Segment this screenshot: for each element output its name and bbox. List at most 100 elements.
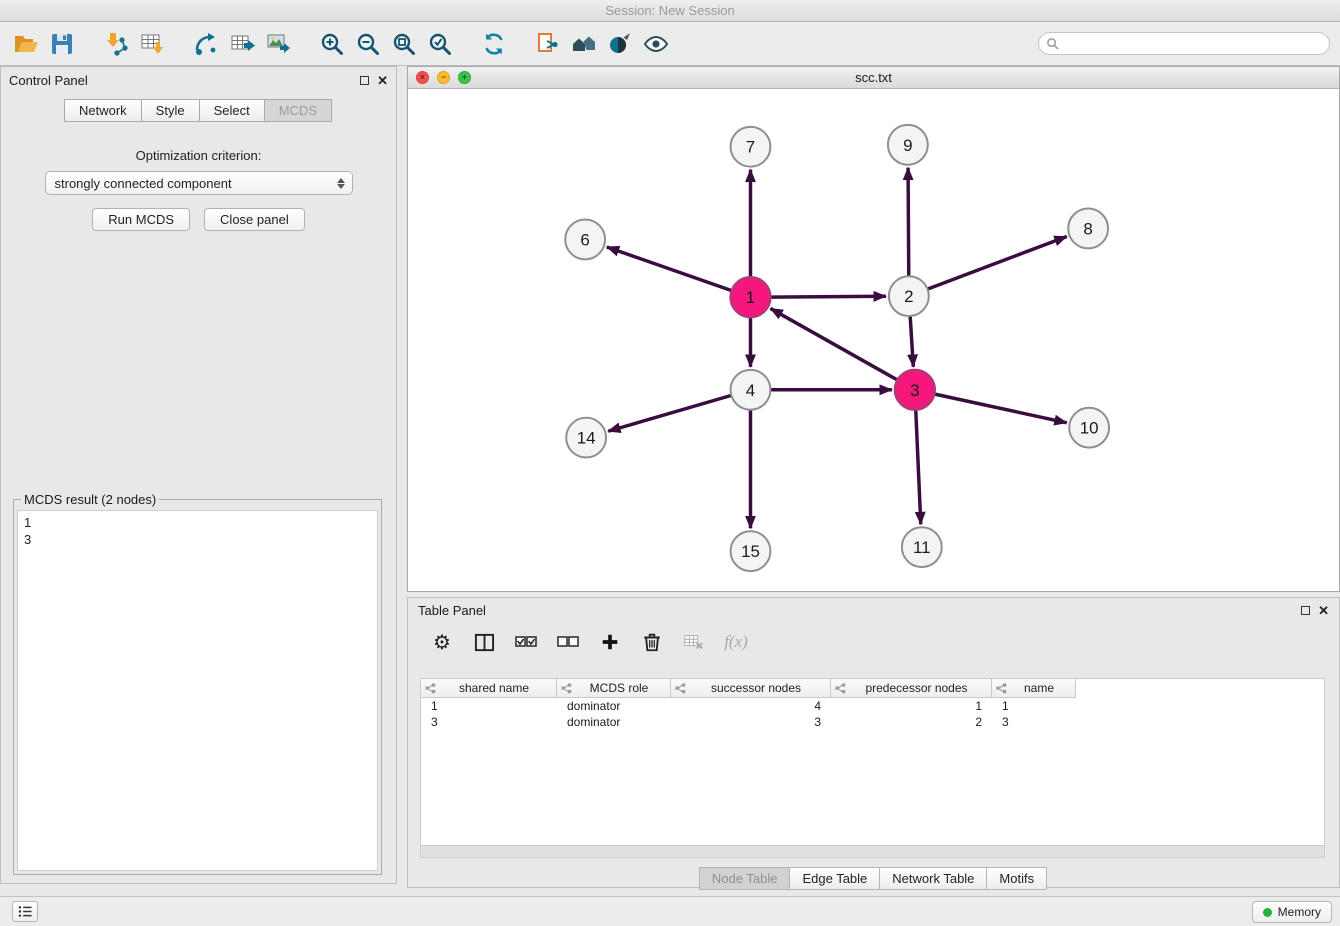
- copy-document-icon: [535, 31, 561, 57]
- search-icon: [1046, 37, 1059, 50]
- search-input[interactable]: [1059, 37, 1329, 51]
- network-window-titlebar: scc.txt × − +: [408, 67, 1339, 89]
- tab-mcds[interactable]: MCDS: [264, 99, 332, 122]
- zoom-in-button[interactable]: [314, 26, 350, 62]
- zoom-fit-button[interactable]: [386, 26, 422, 62]
- table-cell[interactable]: 4: [671, 699, 831, 713]
- memory-button[interactable]: Memory: [1252, 901, 1332, 923]
- open-folder-button[interactable]: [8, 26, 44, 62]
- tab-select[interactable]: Select: [199, 99, 265, 122]
- column-header-successor-nodes[interactable]: successor nodes: [671, 679, 831, 698]
- result-item-3[interactable]: 3: [24, 531, 371, 548]
- edge-1-2[interactable]: [770, 296, 886, 297]
- save-icon: [49, 31, 75, 57]
- attribute-type-icon: [835, 683, 846, 694]
- edge-2-8[interactable]: [927, 237, 1066, 290]
- close-panel-button[interactable]: Close panel: [204, 208, 305, 231]
- tab-network[interactable]: Network: [64, 99, 142, 122]
- export-image-icon: [265, 31, 291, 57]
- table-cell[interactable]: 2: [831, 715, 992, 729]
- select-all-button[interactable]: [512, 628, 540, 656]
- optimization-criterion-select[interactable]: strongly connected component: [45, 171, 353, 195]
- table-horizontal-scrollbar[interactable]: [420, 846, 1325, 858]
- tab-motifs[interactable]: Motifs: [986, 867, 1047, 890]
- edge-3-1[interactable]: [770, 308, 897, 380]
- refresh-button[interactable]: [476, 26, 512, 62]
- import-table-icon: [139, 31, 165, 57]
- tab-style[interactable]: Style: [141, 99, 200, 122]
- table-settings-button[interactable]: ⚙: [428, 628, 456, 656]
- float-window-icon[interactable]: [360, 76, 369, 85]
- network-view-window: scc.txt × − + 7968124314101511: [407, 66, 1340, 592]
- export-image-button[interactable]: [260, 26, 296, 62]
- import-table-button[interactable]: [134, 26, 170, 62]
- function-builder-button[interactable]: f(x): [722, 628, 750, 656]
- table-cell[interactable]: 3: [671, 715, 831, 729]
- table-row-0[interactable]: 1dominator411: [421, 698, 1324, 714]
- export-network-button[interactable]: [188, 26, 224, 62]
- task-history-button[interactable]: [12, 901, 38, 922]
- export-table-button[interactable]: [224, 26, 260, 62]
- table-cell[interactable]: 1: [831, 699, 992, 713]
- table-cell[interactable]: 3: [992, 715, 1076, 729]
- float-table-panel-icon[interactable]: [1301, 606, 1310, 615]
- column-header-shared-name[interactable]: shared name: [421, 679, 557, 698]
- tab-network-table[interactable]: Network Table: [879, 867, 987, 890]
- close-window-icon[interactable]: ×: [416, 71, 429, 84]
- table-cell[interactable]: 3: [421, 715, 557, 729]
- tab-node-table[interactable]: Node Table: [699, 867, 791, 890]
- trash-icon: [641, 631, 663, 653]
- add-column-button[interactable]: [596, 628, 624, 656]
- save-button[interactable]: [44, 26, 80, 62]
- attribute-type-icon: [996, 683, 1007, 694]
- edge-1-6[interactable]: [607, 247, 732, 291]
- column-header-mcds-role[interactable]: MCDS role: [557, 679, 671, 698]
- control-panel-tabs: NetworkStyleSelectMCDS: [1, 99, 396, 122]
- close-table-panel-icon[interactable]: ✕: [1318, 604, 1329, 617]
- edge-2-3[interactable]: [910, 316, 913, 367]
- style-button[interactable]: [602, 26, 638, 62]
- eye-button[interactable]: [638, 26, 674, 62]
- graph-node-label-9: 9: [903, 136, 912, 155]
- zoom-selected-button[interactable]: [422, 26, 458, 62]
- minimize-window-icon[interactable]: −: [437, 71, 450, 84]
- run-mcds-button[interactable]: Run MCDS: [92, 208, 190, 231]
- table-panel-header: Table Panel ✕: [408, 598, 1339, 622]
- edge-4-14[interactable]: [608, 395, 731, 431]
- delete-table-button[interactable]: [680, 628, 708, 656]
- copy-document-button[interactable]: [530, 26, 566, 62]
- deselect-all-button[interactable]: [554, 628, 582, 656]
- delete-column-button[interactable]: [638, 628, 666, 656]
- mcds-result-list[interactable]: 13: [17, 510, 378, 871]
- node-table: shared nameMCDS rolesuccessor nodesprede…: [420, 678, 1325, 846]
- network-graph[interactable]: 7968124314101511: [408, 89, 1339, 591]
- column-header-predecessor-nodes[interactable]: predecessor nodes: [831, 679, 992, 698]
- mcds-result-group: MCDS result (2 nodes) 13: [13, 492, 382, 875]
- fx-label: f(x): [724, 632, 748, 652]
- maximize-window-icon[interactable]: +: [458, 71, 471, 84]
- edge-3-10[interactable]: [934, 394, 1066, 423]
- result-item-1[interactable]: 1: [24, 514, 371, 531]
- table-cell[interactable]: dominator: [557, 715, 671, 729]
- table-cell[interactable]: 1: [992, 699, 1076, 713]
- column-header-name[interactable]: name: [992, 679, 1076, 698]
- table-cell[interactable]: dominator: [557, 699, 671, 713]
- graph-node-label-6: 6: [580, 230, 589, 249]
- optimization-criterion-label: Optimization criterion:: [1, 148, 396, 163]
- import-network-button[interactable]: [98, 26, 134, 62]
- network-canvas[interactable]: 7968124314101511: [408, 89, 1339, 591]
- table-cell[interactable]: 1: [421, 699, 557, 713]
- mcds-result-title: MCDS result (2 nodes): [21, 492, 159, 507]
- edge-3-11[interactable]: [916, 410, 921, 525]
- home-button[interactable]: [566, 26, 602, 62]
- memory-label: Memory: [1278, 905, 1321, 919]
- toolbar-search[interactable]: [1038, 32, 1330, 55]
- split-columns-icon: [474, 632, 495, 653]
- edge-2-9[interactable]: [908, 168, 909, 277]
- close-panel-icon[interactable]: ✕: [377, 74, 388, 87]
- split-columns-button[interactable]: [470, 628, 498, 656]
- zoom-out-button[interactable]: [350, 26, 386, 62]
- table-row-1[interactable]: 3dominator323: [421, 714, 1324, 730]
- control-panel-title: Control Panel: [9, 73, 360, 88]
- tab-edge-table[interactable]: Edge Table: [789, 867, 880, 890]
